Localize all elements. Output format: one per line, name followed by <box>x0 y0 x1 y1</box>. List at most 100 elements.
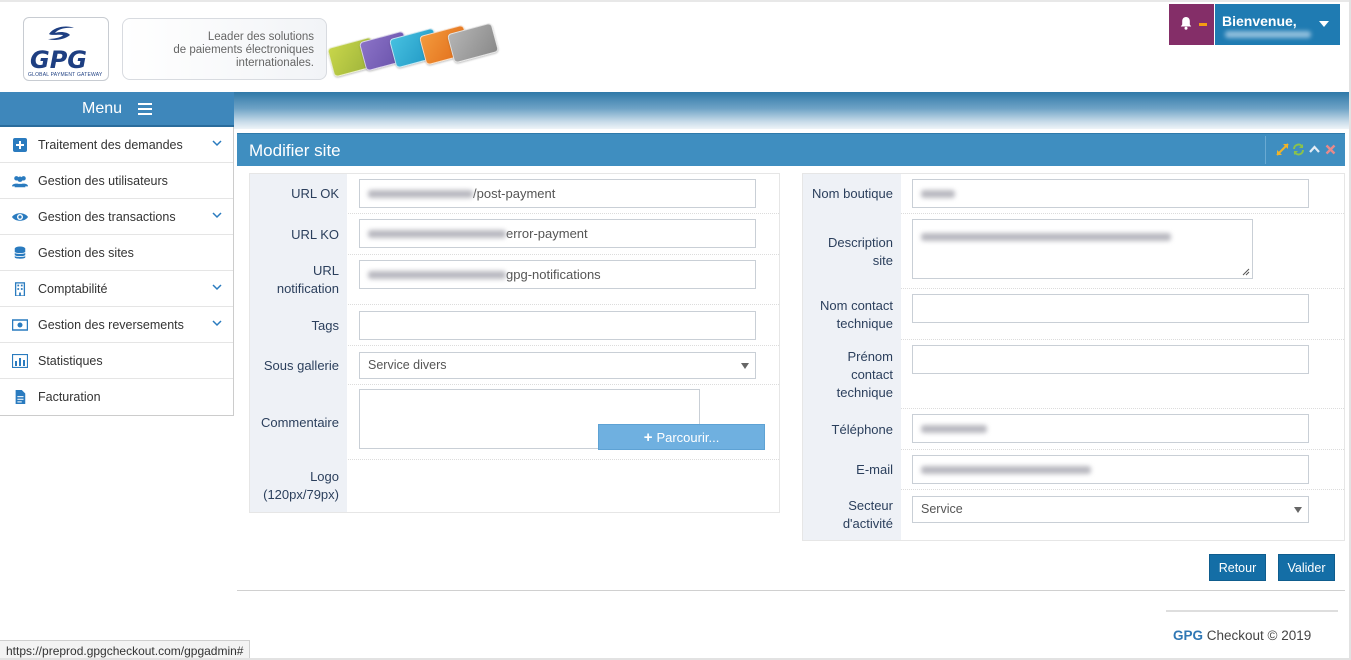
edit-site-panel: Modifier site URL OK /post-payment URL K… <box>237 133 1345 591</box>
row-email: E-mail <box>803 450 1344 490</box>
refresh-icon[interactable] <box>1292 143 1305 156</box>
tagline-banner: Leader des solutions de paiements électr… <box>122 18 327 80</box>
sous-gallerie-label: Sous gallerie <box>250 346 347 385</box>
sidebar-item-label: Traitement des demandes <box>38 138 183 152</box>
expand-icon[interactable] <box>1276 143 1289 156</box>
left-form: URL OK /post-payment URL KO error-paymen… <box>249 173 780 513</box>
row-url-notification: URL notification gpg-notifications <box>250 255 779 305</box>
user-menu[interactable]: Bienvenue, <box>1215 4 1340 45</box>
url-notification-label: URL notification <box>250 255 347 305</box>
logo-subtitle: GLOBAL PAYMENT GATEWAY <box>28 72 103 78</box>
database-icon <box>14 246 26 259</box>
welcome-label: Bienvenue, <box>1222 13 1297 29</box>
hamburger-icon <box>138 103 152 115</box>
close-icon[interactable] <box>1324 143 1337 156</box>
browse-button[interactable]: + Parcourir... <box>598 424 765 450</box>
payment-cards-image <box>326 22 500 82</box>
telephone-input[interactable] <box>912 414 1309 443</box>
footer: GPG Checkout © 2019 <box>1173 628 1311 643</box>
url-ko-input[interactable]: error-payment <box>359 219 756 248</box>
description-label: Description site <box>803 214 901 289</box>
users-icon <box>12 176 28 188</box>
sidebar-item-reversements[interactable]: Gestion des reversements <box>0 307 233 343</box>
header-band <box>234 92 1349 129</box>
chevron-down-icon <box>212 140 222 147</box>
notification-indicator <box>1199 23 1207 26</box>
prenom-contact-label: Prénom contact technique <box>803 340 901 409</box>
chevron-down-icon <box>212 284 222 291</box>
plus-square-icon <box>13 138 27 152</box>
username-redacted <box>1225 31 1311 38</box>
row-tags: Tags <box>250 305 779 346</box>
footer-brand: GPG <box>1173 628 1204 643</box>
row-nom-boutique: Nom boutique <box>803 174 1344 214</box>
sidebar: Traitement des demandes Gestion des util… <box>0 127 234 416</box>
right-form: Nom boutique Description site Nom contact… <box>802 173 1345 541</box>
sidebar-item-label: Gestion des transactions <box>38 210 176 224</box>
footer-text: Checkout © 2019 <box>1203 628 1312 643</box>
notifications-button[interactable] <box>1169 4 1214 45</box>
panel-title: Modifier site <box>249 141 341 160</box>
panel-tools <box>1265 136 1341 164</box>
status-bar-url: https://preprod.gpgcheckout.com/gpgadmin… <box>0 640 251 660</box>
commentaire-label: Commentaire <box>250 385 347 460</box>
submit-button[interactable]: Valider <box>1278 554 1335 581</box>
row-logo: Logo (120px/79px) <box>250 460 779 512</box>
row-secteur: Secteur d'activité Service <box>803 490 1344 540</box>
sidebar-item-transactions[interactable]: Gestion des transactions <box>0 199 233 235</box>
sidebar-item-label: Comptabilité <box>38 282 108 296</box>
sidebar-item-utilisateurs[interactable]: Gestion des utilisateurs <box>0 163 233 199</box>
url-ok-label: URL OK <box>250 174 347 214</box>
prenom-contact-input[interactable] <box>912 345 1309 374</box>
sidebar-item-label: Gestion des sites <box>38 246 134 260</box>
logo-label: Logo (120px/79px) <box>250 460 347 512</box>
eye-icon <box>12 213 28 221</box>
plus-icon: + <box>643 428 653 446</box>
row-nom-contact: Nom contact technique <box>803 289 1344 340</box>
bell-icon <box>1180 17 1192 30</box>
sidebar-item-label: Facturation <box>38 390 101 404</box>
tags-input[interactable] <box>359 311 756 340</box>
url-ok-input[interactable]: /post-payment <box>359 179 756 208</box>
bar-chart-icon <box>12 354 28 368</box>
panel-header: Modifier site <box>237 133 1345 166</box>
app-header: GPG GLOBAL PAYMENT GATEWAY Leader des so… <box>0 0 1351 92</box>
chevron-up-icon[interactable] <box>1308 143 1321 156</box>
url-ko-label: URL KO <box>250 214 347 255</box>
back-button[interactable]: Retour <box>1209 554 1266 581</box>
email-input[interactable] <box>912 455 1309 484</box>
sidebar-item-sites[interactable]: Gestion des sites <box>0 235 233 271</box>
caret-down-icon <box>1294 507 1302 513</box>
chevron-down-icon <box>212 212 222 219</box>
menu-title: Menu <box>82 100 123 117</box>
caret-down-icon <box>741 363 749 369</box>
logo-swoosh-icon <box>48 26 74 40</box>
footer-divider <box>1166 610 1338 612</box>
url-notification-input[interactable]: gpg-notifications <box>359 260 756 289</box>
sidebar-item-traitement-demandes[interactable]: Traitement des demandes <box>0 127 233 163</box>
row-telephone: Téléphone <box>803 409 1344 450</box>
row-prenom-contact: Prénom contact technique <box>803 340 1344 409</box>
row-url-ko: URL KO error-payment <box>250 214 779 255</box>
sidebar-item-comptabilite[interactable]: Comptabilité <box>0 271 233 307</box>
file-icon <box>15 390 26 404</box>
building-icon <box>14 282 26 296</box>
description-textarea[interactable] <box>912 219 1253 279</box>
nom-contact-input[interactable] <box>912 294 1309 323</box>
menu-toggle[interactable]: Menu <box>0 92 234 127</box>
row-sous-gallerie: Sous gallerie Service divers <box>250 346 779 385</box>
nom-boutique-input[interactable] <box>912 179 1309 208</box>
caret-down-icon <box>1319 21 1329 27</box>
sous-gallerie-select[interactable]: Service divers <box>359 352 756 379</box>
nom-contact-label: Nom contact technique <box>803 289 901 340</box>
sidebar-item-facturation[interactable]: Facturation <box>0 379 233 415</box>
nom-boutique-label: Nom boutique <box>803 174 901 214</box>
sidebar-item-statistiques[interactable]: Statistiques <box>0 343 233 379</box>
tags-label: Tags <box>250 305 347 346</box>
resize-handle-icon[interactable] <box>1242 268 1250 276</box>
gpg-logo[interactable]: GPG GLOBAL PAYMENT GATEWAY <box>23 17 109 81</box>
secteur-select[interactable]: Service <box>912 496 1309 523</box>
chevron-down-icon <box>212 320 222 327</box>
email-label: E-mail <box>803 450 901 490</box>
tagline-text: Leader des solutions de paiements électr… <box>173 31 314 69</box>
